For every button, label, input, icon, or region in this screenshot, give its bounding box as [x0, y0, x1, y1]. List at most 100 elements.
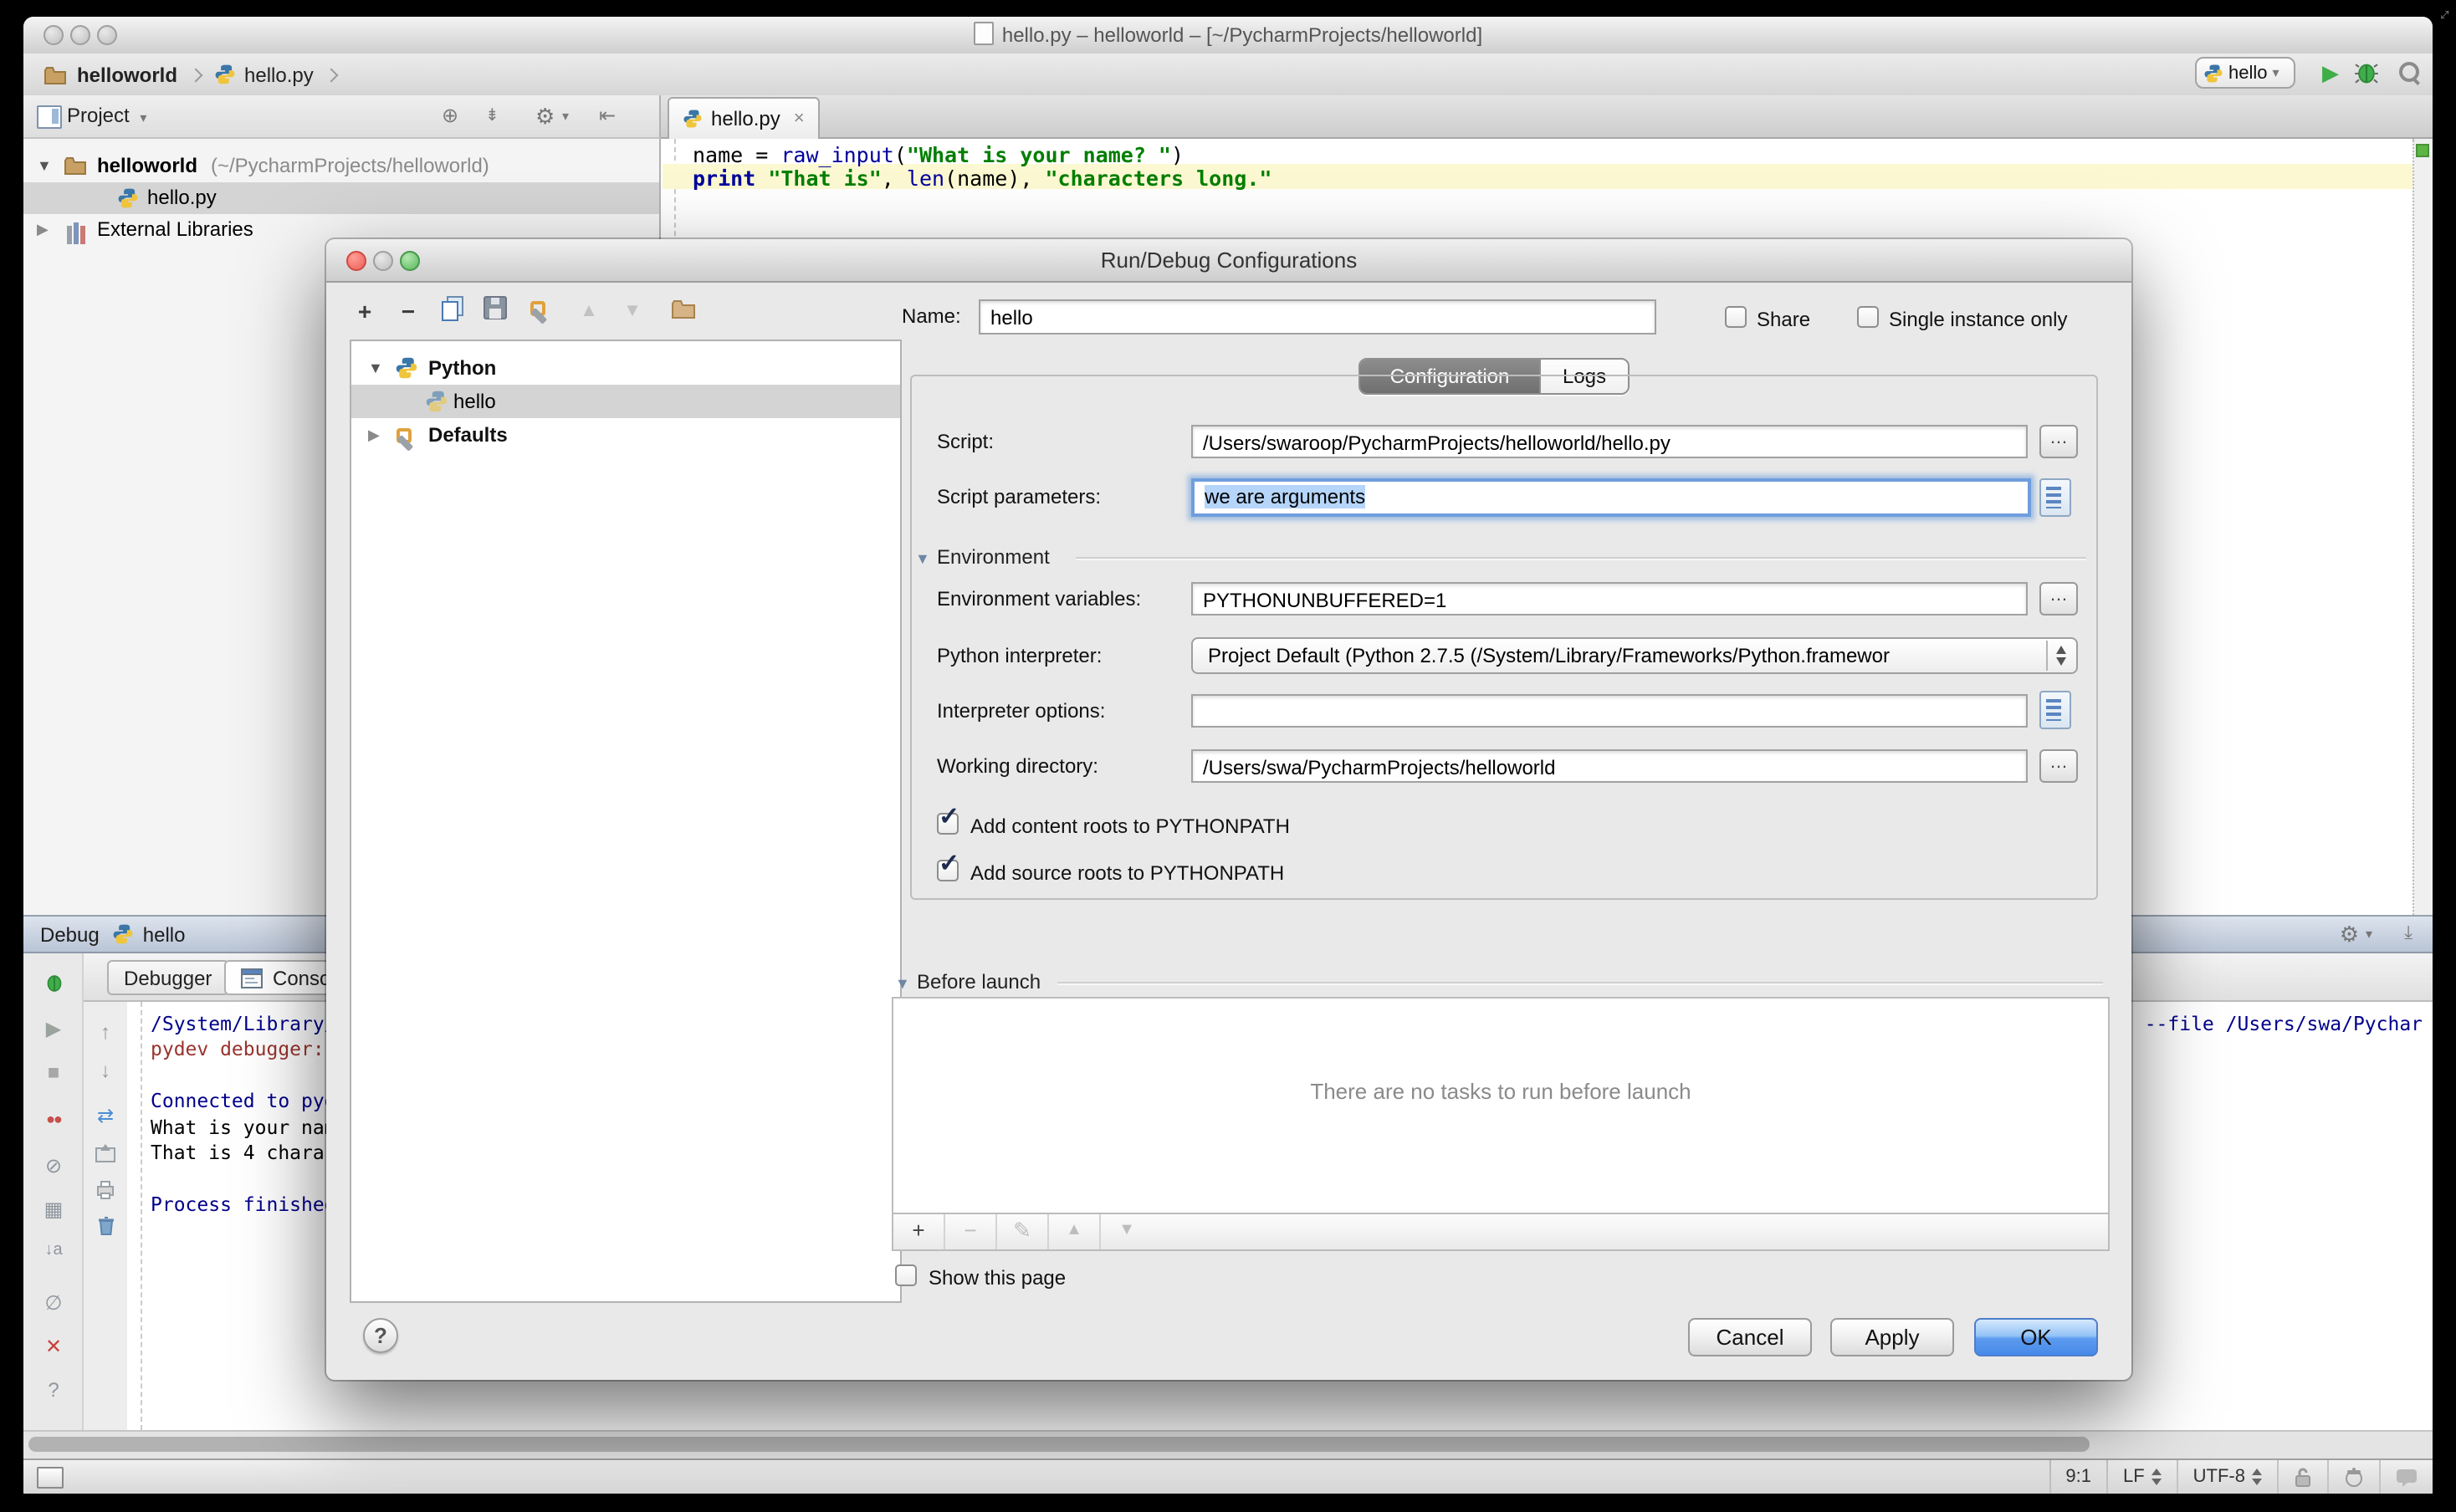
run-configuration-select[interactable]: hello ▾: [2195, 57, 2295, 89]
project-panel-title[interactable]: Project ▾: [67, 95, 146, 139]
folder-icon[interactable]: [668, 296, 698, 326]
name-input[interactable]: hello: [979, 299, 1656, 335]
editor-annotation-column[interactable]: [2413, 139, 2433, 915]
close-session-icon[interactable]: ✕: [23, 1335, 84, 1358]
gear-icon[interactable]: ⚙: [2340, 921, 2359, 948]
rerun-icon[interactable]: ⇄: [84, 1104, 127, 1127]
debug-button[interactable]: [2354, 62, 2379, 94]
wrench-icon[interactable]: [524, 296, 554, 326]
scrollbar-thumb[interactable]: [28, 1437, 2090, 1452]
edit-task-icon[interactable]: ✎: [997, 1214, 1049, 1249]
clear-all-icon[interactable]: [84, 1216, 127, 1241]
add-content-roots-checkbox[interactable]: ✓: [937, 813, 959, 835]
console-lines: /System/Library/ pydev debugger: Connect…: [151, 1012, 336, 1218]
view-breakpoints-icon[interactable]: ●●: [23, 1111, 84, 1127]
environment-variables-input[interactable]: PYTHONUNBUFFERED=1: [1191, 582, 2028, 616]
single-instance-checkbox[interactable]: [1857, 306, 1879, 328]
apply-button[interactable]: Apply: [1830, 1318, 1954, 1356]
resume-icon[interactable]: ▶: [23, 1017, 84, 1040]
horizontal-scrollbar[interactable]: [23, 1430, 2433, 1458]
add-task-button[interactable]: +: [893, 1214, 945, 1249]
ok-button[interactable]: OK: [1974, 1318, 2098, 1356]
browse-env-button[interactable]: …: [2039, 582, 2078, 616]
locate-icon[interactable]: ⊕: [442, 95, 458, 137]
section-collapse-icon[interactable]: ▼: [895, 975, 910, 992]
help-button[interactable]: ?: [363, 1318, 398, 1353]
mute-breakpoints-icon[interactable]: ⊘: [23, 1154, 84, 1177]
script-input[interactable]: /Users/swaroop/PycharmProjects/helloworl…: [1191, 425, 2028, 458]
add-configuration-button[interactable]: +: [350, 296, 380, 326]
section-collapse-icon[interactable]: ▼: [915, 550, 930, 567]
collapse-all-icon[interactable]: ⇟: [485, 95, 499, 137]
browse-script-button[interactable]: …: [2039, 425, 2078, 458]
show-this-page-checkbox[interactable]: [895, 1264, 917, 1286]
close-tab-icon[interactable]: ×: [794, 109, 805, 129]
move-up-icon[interactable]: ▲: [574, 296, 604, 326]
help-icon[interactable]: ?: [23, 1378, 84, 1402]
tree-item-hello[interactable]: hello: [351, 385, 900, 418]
encoding-select[interactable]: UTF-8: [2177, 1460, 2277, 1494]
restore-layout-icon[interactable]: ▦: [23, 1198, 84, 1221]
remove-configuration-button[interactable]: −: [393, 296, 423, 326]
working-directory-input[interactable]: /Users/swa/PycharmProjects/helloworld: [1191, 749, 2028, 783]
expand-parameters-button[interactable]: [2039, 478, 2071, 517]
before-launch-task-list[interactable]: There are no tasks to run before launch: [892, 997, 2110, 1214]
tab-hello-py[interactable]: hello.py ×: [668, 97, 820, 139]
bug-icon[interactable]: [23, 973, 84, 999]
chevron-down-icon: ▾: [2273, 65, 2279, 80]
window-titlebar[interactable]: hello.py – helloworld – [~/PycharmProjec…: [23, 17, 2433, 55]
inspection-profile-icon[interactable]: [2327, 1460, 2379, 1494]
tree-group-defaults[interactable]: ▶ Defaults: [351, 418, 900, 452]
breadcrumb-project[interactable]: helloworld: [77, 63, 177, 86]
search-icon[interactable]: [2399, 62, 2423, 85]
python-icon: [113, 923, 135, 945]
cancel-button[interactable]: Cancel: [1688, 1318, 1812, 1356]
scroll-up-icon[interactable]: ↑: [84, 1020, 127, 1044]
save-icon[interactable]: [480, 296, 510, 326]
folder-icon: [64, 156, 87, 176]
collapsed-arrow-icon[interactable]: ▶: [368, 418, 380, 452]
move-task-up-icon[interactable]: ▲: [1049, 1214, 1101, 1249]
tab-debugger[interactable]: Debugger: [107, 960, 228, 995]
hide-toolwindow-icon[interactable]: ⤓: [2404, 923, 2413, 945]
sort-icon[interactable]: ↓a: [23, 1241, 84, 1259]
expand-arrow-icon[interactable]: ▼: [37, 151, 52, 182]
copy-icon[interactable]: [437, 296, 467, 326]
lock-icon[interactable]: [2277, 1460, 2327, 1494]
toolwindow-toggle-icon[interactable]: [37, 1466, 64, 1488]
check-icon: ✓: [939, 801, 959, 831]
scroll-down-icon[interactable]: ↓: [84, 1059, 127, 1082]
line-separator-select[interactable]: LF: [2106, 1460, 2177, 1494]
move-task-down-icon[interactable]: ▼: [1101, 1214, 1153, 1249]
notifications-icon[interactable]: [2379, 1460, 2433, 1494]
collapsed-arrow-icon[interactable]: ▶: [37, 214, 49, 246]
before-launch-section-label[interactable]: Before launch: [917, 970, 1041, 994]
add-source-roots-checkbox[interactable]: ✓: [937, 860, 959, 881]
tree-group-python[interactable]: ▼ Python: [351, 351, 900, 385]
move-down-icon[interactable]: ▼: [617, 296, 647, 326]
dialog-titlebar[interactable]: Run/Debug Configurations: [326, 239, 2131, 283]
export-icon[interactable]: [84, 1144, 127, 1167]
stop-icon[interactable]: ■: [23, 1060, 84, 1084]
share-checkbox[interactable]: [1725, 306, 1747, 328]
wrench-icon: [395, 423, 417, 457]
remove-task-button[interactable]: −: [945, 1214, 997, 1249]
tree-item-hello-py[interactable]: hello.py: [23, 182, 659, 214]
browse-workdir-button[interactable]: …: [2039, 749, 2078, 783]
expand-options-button[interactable]: [2039, 691, 2071, 729]
environment-section-label[interactable]: Environment: [937, 545, 1050, 569]
script-parameters-label: Script parameters:: [937, 480, 1101, 515]
script-parameters-input[interactable]: we are arguments: [1191, 478, 2031, 517]
print-icon[interactable]: [84, 1181, 127, 1204]
interpreter-options-input[interactable]: [1191, 694, 2028, 728]
breadcrumb-file[interactable]: hello.py: [244, 63, 314, 86]
tree-item-root[interactable]: ▼ helloworld (~/PycharmProjects/hellowor…: [23, 151, 659, 182]
hide-panel-icon[interactable]: ⇤: [599, 95, 616, 137]
chevron-down-icon: ▾: [562, 95, 569, 137]
caret-position[interactable]: 9:1: [2049, 1460, 2106, 1494]
expand-arrow-icon[interactable]: ▼: [368, 351, 383, 385]
gear-icon[interactable]: ⚙: [535, 95, 555, 137]
mute-icon[interactable]: ∅: [23, 1291, 84, 1315]
python-interpreter-select[interactable]: Project Default (Python 2.7.5 (/System/L…: [1191, 637, 2078, 674]
run-button[interactable]: ▶: [2322, 60, 2339, 87]
